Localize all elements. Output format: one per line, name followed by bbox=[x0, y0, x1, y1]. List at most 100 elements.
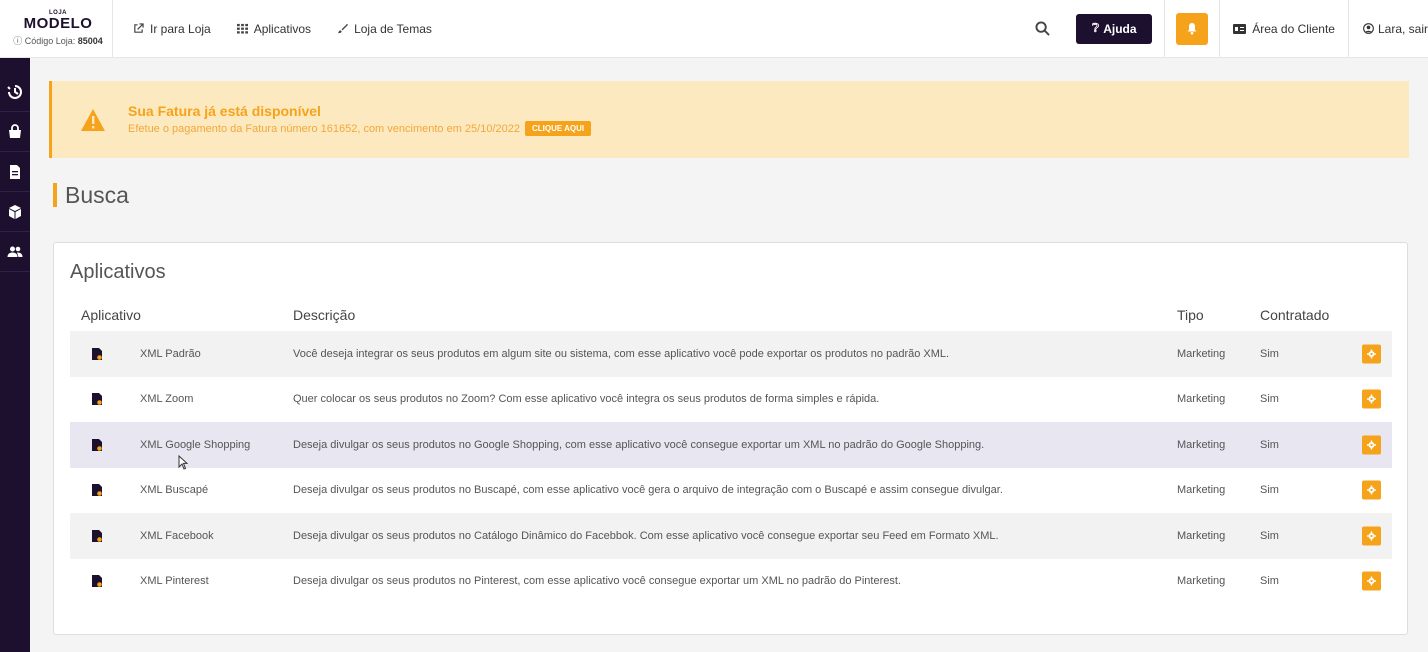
xml-file-icon bbox=[92, 484, 102, 497]
settings-button[interactable] bbox=[1362, 526, 1381, 546]
sidebar-item-products[interactable] bbox=[0, 192, 30, 232]
table-row[interactable]: XML Buscapé Deseja divulgar os seus prod… bbox=[70, 468, 1392, 514]
app-name: XML Padrão bbox=[140, 347, 201, 360]
table-row[interactable]: XML Pinterest Deseja divulgar os seus pr… bbox=[70, 559, 1392, 605]
title-accent-bar bbox=[53, 183, 57, 207]
alert-message: Efetue o pagamento da Fatura número 1616… bbox=[128, 122, 520, 135]
sidebar bbox=[0, 58, 30, 652]
brand-logo[interactable]: LOJA MODELO ⓘ Código Loja: 85004 bbox=[0, 0, 113, 58]
nav-label: Aplicativos bbox=[253, 21, 312, 36]
app-type: Marketing bbox=[1177, 393, 1226, 406]
sidebar-item-dashboard[interactable] bbox=[0, 72, 30, 112]
app-description: Deseja divulgar os seus produtos no Busc… bbox=[293, 484, 1003, 497]
gear-icon bbox=[1367, 485, 1376, 495]
table-header: Aplicativo Descrição Tipo Contratado bbox=[70, 307, 1392, 329]
app-description: Deseja divulgar os seus produtos no Catá… bbox=[293, 529, 999, 542]
id-card-icon bbox=[1233, 23, 1247, 34]
header-actions: ❔︎ Ajuda Área do Cliente Lara, sair bbox=[1020, 0, 1428, 58]
page-title-text: Busca bbox=[65, 181, 129, 208]
sidebar-item-documents[interactable] bbox=[0, 152, 30, 192]
notifications-button[interactable] bbox=[1176, 12, 1209, 45]
xml-file-icon bbox=[92, 438, 102, 451]
box-icon bbox=[9, 204, 21, 219]
settings-button[interactable] bbox=[1362, 435, 1381, 455]
top-nav: Ir para Loja Aplicativos Loja de Temas bbox=[113, 22, 1020, 36]
brush-icon bbox=[337, 23, 349, 34]
search-button[interactable] bbox=[1020, 0, 1064, 58]
page-title: Busca bbox=[53, 182, 129, 208]
settings-button[interactable] bbox=[1362, 480, 1381, 500]
nav-label: Loja de Temas bbox=[354, 21, 432, 36]
card-title: Aplicativos bbox=[70, 261, 166, 283]
document-icon bbox=[10, 164, 20, 179]
app-hired: Sim bbox=[1260, 575, 1279, 588]
settings-button[interactable] bbox=[1362, 389, 1381, 409]
sidebar-item-orders[interactable] bbox=[0, 112, 30, 152]
invoice-alert: Sua Fatura já está disponível Efetue o p… bbox=[49, 81, 1409, 158]
grid-icon bbox=[236, 23, 248, 34]
app-name: XML Facebook bbox=[140, 529, 214, 542]
app-hired: Sim bbox=[1260, 484, 1279, 497]
external-link-icon bbox=[134, 23, 144, 33]
alert-content: Sua Fatura já está disponível Efetue o p… bbox=[128, 103, 592, 136]
app-hired: Sim bbox=[1260, 393, 1279, 406]
app-hired: Sim bbox=[1260, 438, 1279, 451]
table-row[interactable]: XML Padrão Você deseja integrar os seus … bbox=[70, 331, 1392, 377]
store-code-label: Código Loja: bbox=[24, 36, 76, 46]
gear-icon bbox=[1367, 440, 1376, 450]
brand-name: MODELO bbox=[23, 15, 93, 32]
app-type: Marketing bbox=[1177, 529, 1226, 542]
help-button[interactable]: ❔︎ Ajuda bbox=[1076, 13, 1153, 44]
nav-label: Ir para Loja bbox=[150, 21, 211, 36]
column-header-aplicativo: Aplicativo bbox=[81, 307, 141, 323]
app-name: XML Zoom bbox=[140, 393, 194, 406]
info-icon: ⓘ bbox=[13, 36, 23, 46]
warning-icon bbox=[81, 108, 105, 131]
gear-icon bbox=[1367, 394, 1376, 404]
sidebar-item-customers[interactable] bbox=[0, 232, 30, 272]
xml-file-icon bbox=[92, 393, 102, 406]
xml-file-icon bbox=[92, 575, 102, 588]
nav-aplicativos[interactable]: Aplicativos bbox=[236, 21, 312, 36]
bag-icon bbox=[9, 123, 21, 138]
settings-button[interactable] bbox=[1362, 571, 1381, 591]
app-type: Marketing bbox=[1177, 575, 1226, 588]
store-code-value: 85004 bbox=[77, 36, 103, 46]
user-logout-link[interactable]: Lara, sair bbox=[1349, 0, 1428, 58]
gear-icon bbox=[1367, 576, 1376, 586]
gear-icon bbox=[1367, 531, 1376, 541]
app-type: Marketing bbox=[1177, 438, 1226, 451]
alert-body: Efetue o pagamento da Fatura número 1616… bbox=[128, 121, 592, 136]
app-name: XML Google Shopping bbox=[140, 438, 251, 451]
nav-ir-para-loja[interactable]: Ir para Loja bbox=[133, 22, 211, 36]
alert-cta-button[interactable]: CLIQUE AQUI bbox=[524, 121, 592, 136]
users-icon bbox=[7, 246, 23, 257]
app-name: XML Buscapé bbox=[140, 484, 209, 497]
client-area-link[interactable]: Área do Cliente bbox=[1220, 0, 1348, 58]
app-type: Marketing bbox=[1177, 347, 1226, 360]
app-type: Marketing bbox=[1177, 484, 1226, 497]
xml-file-icon bbox=[92, 529, 102, 542]
column-header-descricao: Descrição bbox=[293, 307, 356, 323]
clock-icon bbox=[7, 84, 22, 99]
app-description: Você deseja integrar os seus produtos em… bbox=[293, 347, 950, 360]
nav-loja-de-temas[interactable]: Loja de Temas bbox=[337, 22, 432, 36]
settings-button[interactable] bbox=[1362, 344, 1381, 364]
user-label: Lara, sair bbox=[1377, 21, 1428, 36]
user-circle-icon bbox=[1363, 23, 1374, 34]
apps-table: XML Padrão Você deseja integrar os seus … bbox=[70, 331, 1392, 604]
column-header-tipo: Tipo bbox=[1177, 307, 1204, 323]
column-header-contratado: Contratado bbox=[1260, 307, 1330, 323]
apps-card: Aplicativos Aplicativo Descrição Tipo Co… bbox=[53, 242, 1408, 635]
top-bar: LOJA MODELO ⓘ Código Loja: 85004 Ir para… bbox=[0, 0, 1428, 58]
divider bbox=[1164, 0, 1166, 58]
table-row[interactable]: XML Facebook Deseja divulgar os seus pro… bbox=[70, 513, 1392, 559]
alert-title: Sua Fatura já está disponível bbox=[128, 103, 321, 119]
gear-icon bbox=[1367, 349, 1376, 359]
app-hired: Sim bbox=[1260, 529, 1279, 542]
app-description: Deseja divulgar os seus produtos no Pint… bbox=[293, 575, 901, 588]
table-row[interactable]: XML Zoom Quer colocar os seus produtos n… bbox=[70, 377, 1392, 423]
client-area-label: Área do Cliente bbox=[1252, 21, 1335, 36]
table-row[interactable]: XML Google Shopping Deseja divulgar os s… bbox=[70, 422, 1392, 468]
app-name: XML Pinterest bbox=[140, 575, 209, 588]
